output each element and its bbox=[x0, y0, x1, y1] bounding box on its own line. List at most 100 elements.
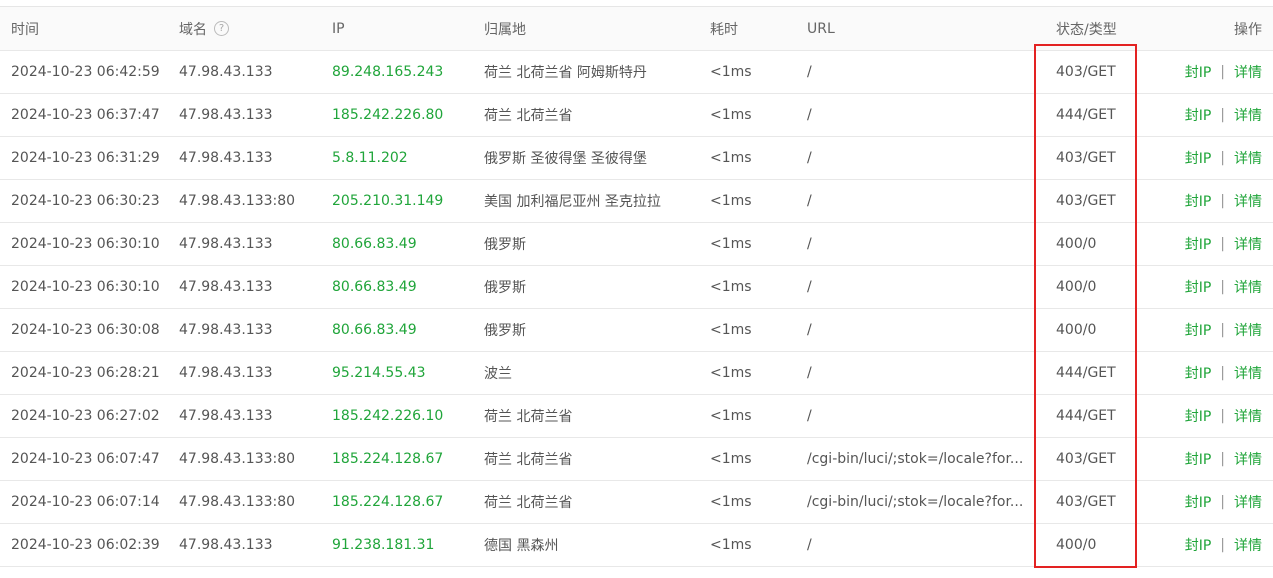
cell-url: / bbox=[807, 352, 1032, 394]
cell-url: /cgi-bin/luci/;stok=/locale?for... bbox=[807, 481, 1032, 523]
block-ip-button[interactable]: 封IP bbox=[1185, 277, 1212, 297]
ip-link[interactable]: 5.8.11.202 bbox=[332, 150, 408, 166]
cell-domain: 47.98.43.133 bbox=[179, 279, 273, 295]
ip-link[interactable]: 89.248.165.243 bbox=[332, 64, 443, 80]
details-button[interactable]: 详情 bbox=[1234, 363, 1262, 383]
cell-url: / bbox=[807, 223, 1032, 265]
cell-domain: 47.98.43.133 bbox=[179, 537, 273, 553]
ip-link[interactable]: 205.210.31.149 bbox=[332, 193, 443, 209]
ip-link[interactable]: 80.66.83.49 bbox=[332, 322, 417, 338]
cell-status: 400/0 bbox=[1056, 236, 1097, 252]
block-ip-button[interactable]: 封IP bbox=[1185, 105, 1212, 125]
ip-link[interactable]: 185.224.128.67 bbox=[332, 451, 443, 467]
block-ip-button[interactable]: 封IP bbox=[1185, 406, 1212, 426]
cell-location: 俄罗斯 bbox=[484, 280, 526, 296]
column-header-url: URL bbox=[807, 20, 835, 37]
ip-link[interactable]: 80.66.83.49 bbox=[332, 279, 417, 295]
block-ip-button[interactable]: 封IP bbox=[1185, 363, 1212, 383]
help-icon[interactable]: ? bbox=[214, 21, 229, 36]
cell-url: / bbox=[807, 94, 1032, 136]
cell-status: 403/GET bbox=[1056, 193, 1116, 209]
cell-domain: 47.98.43.133:80 bbox=[179, 451, 296, 467]
details-button[interactable]: 详情 bbox=[1234, 234, 1262, 254]
cell-location: 荷兰 北荷兰省 bbox=[484, 409, 573, 425]
cell-cost: <1ms bbox=[710, 150, 752, 166]
column-header-ops: 操作 bbox=[1234, 21, 1262, 38]
cell-cost: <1ms bbox=[710, 365, 752, 381]
cell-ops: 封IP | 详情 bbox=[1142, 137, 1262, 179]
block-ip-button[interactable]: 封IP bbox=[1185, 234, 1212, 254]
cell-domain: 47.98.43.133 bbox=[179, 408, 273, 424]
cell-time: 2024-10-23 06:28:21 bbox=[11, 365, 160, 381]
details-button[interactable]: 详情 bbox=[1234, 105, 1262, 125]
ops-separator: | bbox=[1220, 193, 1225, 209]
block-ip-button[interactable]: 封IP bbox=[1185, 320, 1212, 340]
table-row: 2024-10-23 06:27:02 47.98.43.133 185.242… bbox=[0, 395, 1273, 438]
table-row: 2024-10-23 06:02:39 47.98.43.133 91.238.… bbox=[0, 524, 1273, 567]
table-row: 2024-10-23 06:31:29 47.98.43.133 5.8.11.… bbox=[0, 137, 1273, 180]
block-ip-button[interactable]: 封IP bbox=[1185, 148, 1212, 168]
cell-cost: <1ms bbox=[710, 408, 752, 424]
cell-status: 400/0 bbox=[1056, 322, 1097, 338]
ip-link[interactable]: 185.242.226.80 bbox=[332, 107, 443, 123]
cell-ip: 185.224.128.67 bbox=[332, 438, 480, 480]
url-text: / bbox=[807, 365, 812, 381]
ops-separator: | bbox=[1220, 150, 1225, 166]
details-button[interactable]: 详情 bbox=[1234, 449, 1262, 469]
details-button[interactable]: 详情 bbox=[1234, 492, 1262, 512]
cell-ops: 封IP | 详情 bbox=[1142, 266, 1262, 308]
details-button[interactable]: 详情 bbox=[1234, 191, 1262, 211]
cell-location: 荷兰 北荷兰省 阿姆斯特丹 bbox=[484, 65, 647, 81]
cell-ops: 封IP | 详情 bbox=[1142, 438, 1262, 480]
url-text: / bbox=[807, 408, 812, 424]
cell-domain: 47.98.43.133:80 bbox=[179, 193, 296, 209]
details-button[interactable]: 详情 bbox=[1234, 535, 1262, 555]
block-ip-button[interactable]: 封IP bbox=[1185, 191, 1212, 211]
cell-ops: 封IP | 详情 bbox=[1142, 481, 1262, 523]
ops-separator: | bbox=[1220, 451, 1225, 467]
block-ip-button[interactable]: 封IP bbox=[1185, 492, 1212, 512]
column-header-domain: 域名 ? bbox=[179, 7, 329, 50]
cell-url: / bbox=[807, 137, 1032, 179]
url-text: / bbox=[807, 236, 812, 252]
cell-location: 荷兰 北荷兰省 bbox=[484, 452, 573, 468]
column-header-ip: IP bbox=[332, 20, 345, 37]
cell-ops: 封IP | 详情 bbox=[1142, 180, 1262, 222]
ops-separator: | bbox=[1220, 236, 1225, 252]
cell-time: 2024-10-23 06:07:47 bbox=[11, 451, 160, 467]
cell-ops: 封IP | 详情 bbox=[1142, 395, 1262, 437]
cell-ops: 封IP | 详情 bbox=[1142, 352, 1262, 394]
ip-link[interactable]: 91.238.181.31 bbox=[332, 537, 434, 553]
details-button[interactable]: 详情 bbox=[1234, 277, 1262, 297]
details-button[interactable]: 详情 bbox=[1234, 148, 1262, 168]
ip-link[interactable]: 185.242.226.10 bbox=[332, 408, 443, 424]
ops-separator: | bbox=[1220, 279, 1225, 295]
cell-ip: 89.248.165.243 bbox=[332, 51, 480, 93]
details-button[interactable]: 详情 bbox=[1234, 320, 1262, 340]
ip-link[interactable]: 185.224.128.67 bbox=[332, 494, 443, 510]
ops-separator: | bbox=[1220, 494, 1225, 510]
cell-status: 400/0 bbox=[1056, 537, 1097, 553]
cell-ops: 封IP | 详情 bbox=[1142, 309, 1262, 351]
cell-location: 美国 加利福尼亚州 圣克拉拉 bbox=[484, 194, 661, 210]
ip-link[interactable]: 95.214.55.43 bbox=[332, 365, 426, 381]
details-button[interactable]: 详情 bbox=[1234, 406, 1262, 426]
details-button[interactable]: 详情 bbox=[1234, 62, 1262, 82]
block-ip-button[interactable]: 封IP bbox=[1185, 62, 1212, 82]
table-row: 2024-10-23 06:07:14 47.98.43.133:80 185.… bbox=[0, 481, 1273, 524]
column-header-domain-label: 域名 bbox=[179, 21, 207, 38]
cell-url: / bbox=[807, 395, 1032, 437]
cell-ip: 185.242.226.80 bbox=[332, 94, 480, 136]
table-row: 2024-10-23 06:30:23 47.98.43.133:80 205.… bbox=[0, 180, 1273, 223]
url-text: /cgi-bin/luci/;stok=/locale?for... bbox=[807, 451, 1024, 467]
block-ip-button[interactable]: 封IP bbox=[1185, 535, 1212, 555]
cell-ops: 封IP | 详情 bbox=[1142, 51, 1262, 93]
table-header: 时间 域名 ? IP 归属地 耗时 URL 状态/类型 操作 bbox=[0, 7, 1273, 51]
cell-time: 2024-10-23 06:02:39 bbox=[11, 537, 160, 553]
table-body: 2024-10-23 06:42:59 47.98.43.133 89.248.… bbox=[0, 51, 1273, 567]
ip-link[interactable]: 80.66.83.49 bbox=[332, 236, 417, 252]
ops-separator: | bbox=[1220, 322, 1225, 338]
cell-ip: 80.66.83.49 bbox=[332, 223, 480, 265]
cell-status: 444/GET bbox=[1056, 408, 1116, 424]
block-ip-button[interactable]: 封IP bbox=[1185, 449, 1212, 469]
